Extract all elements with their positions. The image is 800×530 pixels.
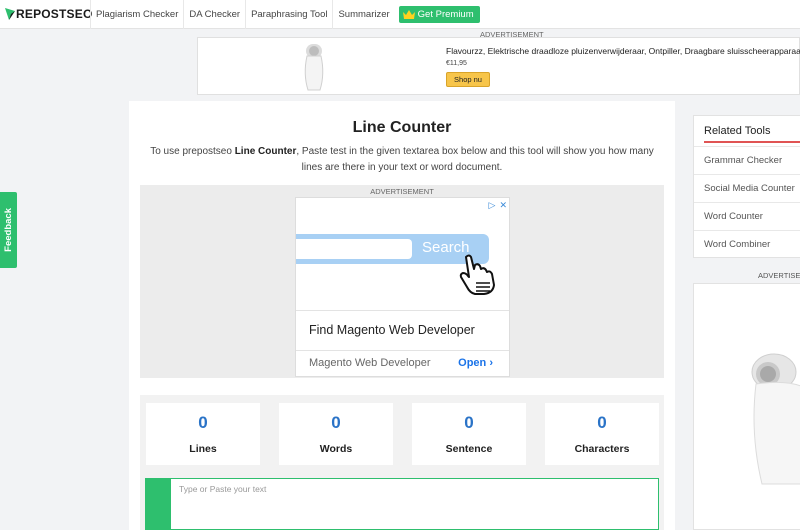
stat-lines: 0 Lines: [146, 403, 260, 465]
title-underline: [704, 141, 800, 143]
characters-label: Characters: [574, 443, 630, 455]
feedback-label: Feedback: [3, 208, 14, 252]
crown-icon: [402, 9, 415, 19]
side-advertisement[interactable]: [693, 283, 800, 530]
stats-panel: 0 Lines 0 Words 0 Sentence 0 Characters: [140, 395, 664, 530]
related-word-combiner[interactable]: Word Combiner: [694, 230, 800, 258]
related-social-media-counter[interactable]: Social Media Counter: [694, 174, 800, 202]
stat-characters: 0 Characters: [545, 403, 659, 465]
logo-mark-icon: [4, 7, 16, 21]
middle-advertisement: ADVERTISEMENT ▷ ✕ Search Find Magento We…: [140, 185, 664, 378]
side-ad-label: ADVERTISEMENT: [758, 271, 800, 280]
lines-count: 0: [198, 413, 208, 432]
ad-open-button[interactable]: Open ›: [458, 357, 493, 369]
ad-subtitle: Magento Web Developer: [309, 357, 431, 369]
top-navbar: REPOSTSEO Plagiarism Checker DA Checker …: [0, 0, 800, 29]
related-word-counter[interactable]: Word Counter: [694, 202, 800, 230]
site-logo[interactable]: REPOSTSEO: [0, 0, 93, 29]
chevron-right-icon: ›: [489, 357, 493, 369]
words-count: 0: [331, 413, 341, 432]
get-premium-label: Get Premium: [417, 8, 474, 20]
lint-remover-product-image: [304, 44, 324, 91]
sentence-label: Sentence: [445, 443, 493, 455]
stat-sentence: 0 Sentence: [412, 403, 526, 465]
characters-count: 0: [597, 413, 607, 432]
logo-text: REPOSTSEO: [16, 7, 93, 21]
ad-box[interactable]: ▷ ✕ Search Find Magento Web Developer Ma…: [295, 197, 510, 377]
pointer-hand-icon: [459, 254, 495, 295]
ad-search-field-graphic: [296, 239, 412, 259]
ad-choices[interactable]: ▷ ✕: [489, 200, 507, 211]
lint-remover-product-image: [751, 353, 800, 485]
lines-label: Lines: [189, 443, 217, 455]
main-card: Line Counter To use prepostseo Line Coun…: [129, 101, 675, 530]
text-input[interactable]: [171, 479, 658, 529]
nav-da-checker[interactable]: DA Checker: [183, 0, 245, 29]
shop-now-button[interactable]: Shop nu: [446, 72, 490, 87]
feedback-tab[interactable]: Feedback: [0, 192, 17, 268]
top-ad-title: Flavourzz, Elektrische draadloze pluizen…: [446, 46, 800, 56]
related-grammar-checker[interactable]: Grammar Checker: [694, 146, 800, 174]
page-title: Line Counter: [352, 119, 452, 136]
tool-description: To use prepostseo Line Counter, Paste te…: [150, 146, 654, 173]
ad-close-icon[interactable]: ✕: [499, 200, 507, 211]
top-advertisement[interactable]: Flavourzz, Elektrische draadloze pluizen…: [197, 37, 800, 95]
mid-ad-label: ADVERTISEMENT: [370, 187, 434, 196]
get-premium-button[interactable]: Get Premium: [398, 5, 480, 23]
nav-summarizer[interactable]: Summarizer: [332, 0, 394, 29]
nav-paraphrasing-tool[interactable]: Paraphrasing Tool: [245, 0, 332, 29]
related-tools-panel: Related Tools Grammar Checker Social Med…: [693, 115, 800, 258]
ad-play-icon[interactable]: ▷: [489, 200, 496, 211]
text-editor: [145, 478, 659, 530]
top-ad-price: €11,95: [446, 60, 467, 67]
stat-words: 0 Words: [279, 403, 393, 465]
sentence-count: 0: [464, 413, 474, 432]
ad-headline[interactable]: Find Magento Web Developer: [309, 323, 475, 337]
related-tools-title: Related Tools: [704, 125, 771, 137]
ad-divider: [296, 310, 509, 311]
words-label: Words: [319, 443, 353, 455]
nav-plagiarism-checker[interactable]: Plagiarism Checker: [90, 0, 183, 29]
ad-divider: [296, 350, 509, 351]
